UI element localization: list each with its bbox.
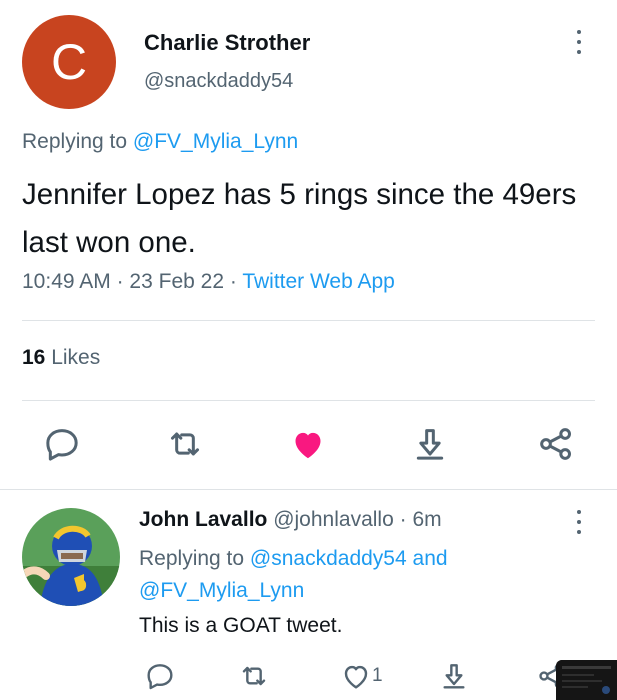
- replying-to-link[interactable]: @FV_Mylia_Lynn: [133, 130, 298, 153]
- tweet-date[interactable]: 23 Feb 22: [129, 270, 224, 293]
- tweet-source[interactable]: Twitter Web App: [242, 270, 395, 293]
- likes-label: Likes: [51, 346, 101, 369]
- video-thumbnail[interactable]: [556, 660, 617, 700]
- likes-stat[interactable]: 16 Likes: [22, 346, 100, 370]
- reply-author-handle[interactable]: @johnlavallo: [273, 508, 394, 531]
- author-handle[interactable]: @snackdaddy54: [144, 70, 293, 93]
- reply-avatar[interactable]: 9: [22, 508, 120, 606]
- reply-age: 6m: [412, 508, 442, 531]
- meta-separator: ·: [229, 270, 237, 293]
- avatar[interactable]: C: [22, 15, 116, 109]
- retweet-icon[interactable]: [165, 424, 205, 464]
- replying-to-link[interactable]: @snackdaddy54: [250, 547, 407, 570]
- divider: [0, 489, 617, 490]
- reply-more-options-icon[interactable]: [572, 510, 586, 540]
- replying-prefix: Replying to: [22, 130, 128, 153]
- like-icon[interactable]: [288, 424, 328, 464]
- download-icon[interactable]: [410, 424, 450, 464]
- meta-separator: ·: [116, 270, 124, 293]
- like-icon[interactable]: [340, 660, 372, 692]
- tweet-meta: 10:49 AM · 23 Feb 22 · Twitter Web App: [22, 270, 395, 294]
- share-icon[interactable]: [536, 424, 576, 464]
- reply-replying-to: Replying to @snackdaddy54 and @FV_Mylia_…: [139, 543, 579, 607]
- reply-text: This is a GOAT tweet.: [139, 614, 343, 637]
- replying-to: Replying to @FV_Mylia_Lynn: [22, 130, 298, 154]
- reply-author-name[interactable]: John Lavallo: [139, 508, 267, 531]
- author-name[interactable]: Charlie Strother: [144, 30, 310, 56]
- meta-separator: ·: [399, 508, 407, 531]
- divider: [22, 400, 595, 401]
- tweet-time[interactable]: 10:49 AM: [22, 270, 111, 293]
- like-count: 1: [372, 665, 383, 686]
- download-icon[interactable]: [438, 660, 470, 692]
- replying-to-link[interactable]: @FV_Mylia_Lynn: [139, 579, 304, 602]
- likes-count: 16: [22, 346, 46, 369]
- replying-and: and: [412, 547, 448, 570]
- tweet-text: Jennifer Lopez has 5 rings since the 49e…: [22, 178, 577, 259]
- more-options-icon[interactable]: [572, 30, 586, 60]
- reply-icon[interactable]: [144, 660, 176, 692]
- reply-author-line: John Lavallo @johnlavallo · 6m: [139, 508, 442, 532]
- retweet-icon[interactable]: [238, 660, 270, 692]
- reply-icon[interactable]: [42, 424, 82, 464]
- divider: [22, 320, 595, 321]
- jersey-number: 9: [76, 576, 87, 595]
- replying-prefix: Replying to: [139, 547, 245, 570]
